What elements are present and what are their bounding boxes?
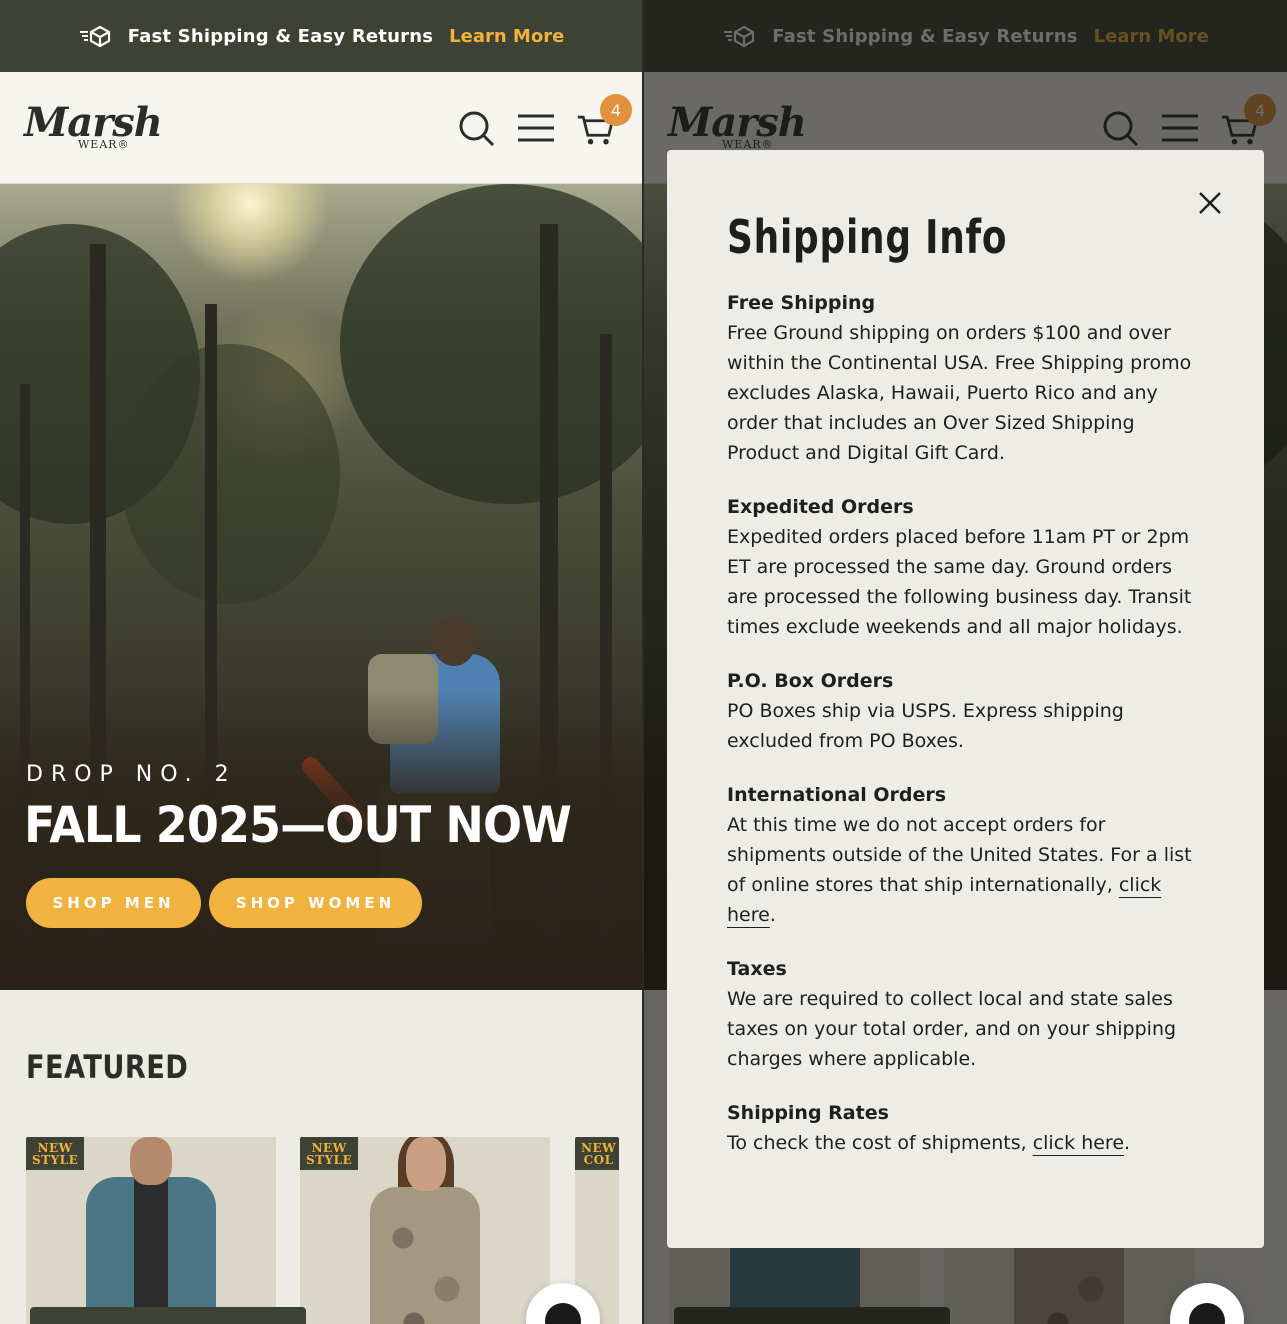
section-heading: International Orders bbox=[727, 784, 947, 806]
logo-subtext: WEAR® bbox=[78, 138, 130, 151]
section-text: To check the cost of shipments, bbox=[727, 1132, 1027, 1154]
section-heading: P.O. Box Orders bbox=[727, 670, 894, 692]
new-collection-badge: NEW COL bbox=[575, 1137, 619, 1170]
sun-flare bbox=[170, 184, 330, 284]
shop-women-button[interactable]: SHOP WOMEN bbox=[209, 878, 422, 928]
homepage-screen: Fast Shipping & Easy Returns Learn More … bbox=[0, 0, 642, 1324]
section-heading: Free Shipping bbox=[727, 292, 876, 314]
model-head bbox=[130, 1137, 172, 1185]
badge-line2: STYLE bbox=[306, 1153, 353, 1167]
section-text: PO Boxes ship via USPS. Express shipping… bbox=[727, 700, 1124, 752]
hero-title: FALL 2025—OUT NOW bbox=[24, 796, 572, 854]
search-icon[interactable] bbox=[456, 108, 496, 148]
section-heading: Shipping Rates bbox=[727, 1102, 889, 1124]
featured-heading: FEATURED bbox=[26, 1048, 189, 1086]
close-icon[interactable] bbox=[1195, 188, 1225, 218]
section-text-wrapper: To check the cost of shipments, click he… bbox=[727, 1128, 1207, 1158]
chat-icon bbox=[545, 1303, 581, 1324]
section-international-orders: International Orders At this time we do … bbox=[727, 780, 1207, 930]
section-text: We are required to collect local and sta… bbox=[727, 988, 1177, 1070]
cart-count-badge: 4 bbox=[600, 94, 632, 126]
hero-kicker: DROP NO. 2 bbox=[26, 762, 237, 787]
product-image-shirt bbox=[134, 1177, 168, 1324]
badge-line2: COL bbox=[583, 1153, 614, 1167]
modal-body: Free Shipping Free Ground shipping on or… bbox=[727, 288, 1207, 1182]
section-expedited-orders: Expedited Orders Expedited orders placed… bbox=[727, 492, 1207, 642]
section-po-box-orders: P.O. Box Orders PO Boxes ship via USPS. … bbox=[727, 666, 1207, 756]
announcement-bar: Fast Shipping & Easy Returns Learn More bbox=[0, 0, 642, 72]
tree-canopy bbox=[340, 184, 642, 504]
period: . bbox=[769, 904, 776, 926]
model-head bbox=[406, 1137, 446, 1191]
product-card[interactable]: NEW STYLE bbox=[300, 1137, 550, 1324]
section-text: Expedited orders placed before 11am PT o… bbox=[727, 526, 1192, 638]
new-style-badge: NEW STYLE bbox=[26, 1137, 85, 1170]
product-image-camo-top bbox=[370, 1187, 480, 1324]
shipping-info-modal: Shipping Info Free Shipping Free Ground … bbox=[667, 150, 1264, 1248]
site-header: Marsh WEAR® 4 bbox=[0, 72, 642, 184]
learn-more-link[interactable]: Learn More bbox=[449, 26, 564, 47]
shipping-modal-screen: Fast Shipping & Easy Returns Learn More … bbox=[644, 0, 1287, 1324]
modal-title: Shipping Info bbox=[727, 210, 1008, 264]
hero-banner: DROP NO. 2 FALL 2025—OUT NOW SHOP MEN SH… bbox=[0, 184, 642, 990]
section-heading: Taxes bbox=[727, 958, 787, 980]
tree-canopy bbox=[120, 344, 340, 604]
section-shipping-rates: Shipping Rates To check the cost of ship… bbox=[727, 1098, 1207, 1158]
shop-men-button[interactable]: SHOP MEN bbox=[26, 878, 201, 928]
shipping-box-icon bbox=[79, 25, 110, 48]
section-heading: Expedited Orders bbox=[727, 496, 914, 518]
product-card[interactable]: NEW STYLE bbox=[26, 1137, 276, 1324]
person-head bbox=[432, 616, 476, 666]
badge-line2: STYLE bbox=[32, 1153, 79, 1167]
hamburger-menu-icon[interactable] bbox=[516, 108, 556, 148]
section-taxes: Taxes We are required to collect local a… bbox=[727, 954, 1207, 1074]
shipping-rates-click-here-link[interactable]: click here bbox=[1033, 1132, 1124, 1154]
period: . bbox=[1124, 1132, 1131, 1154]
section-text-wrapper: At this time we do not accept orders for… bbox=[727, 810, 1207, 930]
new-style-badge: NEW STYLE bbox=[300, 1137, 359, 1170]
chat-icon bbox=[1189, 1303, 1225, 1324]
announcement-text: Fast Shipping & Easy Returns bbox=[127, 25, 434, 47]
marsh-wear-logo[interactable]: Marsh WEAR® bbox=[24, 100, 163, 156]
add-to-cart-bar[interactable] bbox=[30, 1307, 306, 1324]
section-text: Free Ground shipping on orders $100 and … bbox=[727, 322, 1192, 464]
section-free-shipping: Free Shipping Free Ground shipping on or… bbox=[727, 288, 1207, 468]
